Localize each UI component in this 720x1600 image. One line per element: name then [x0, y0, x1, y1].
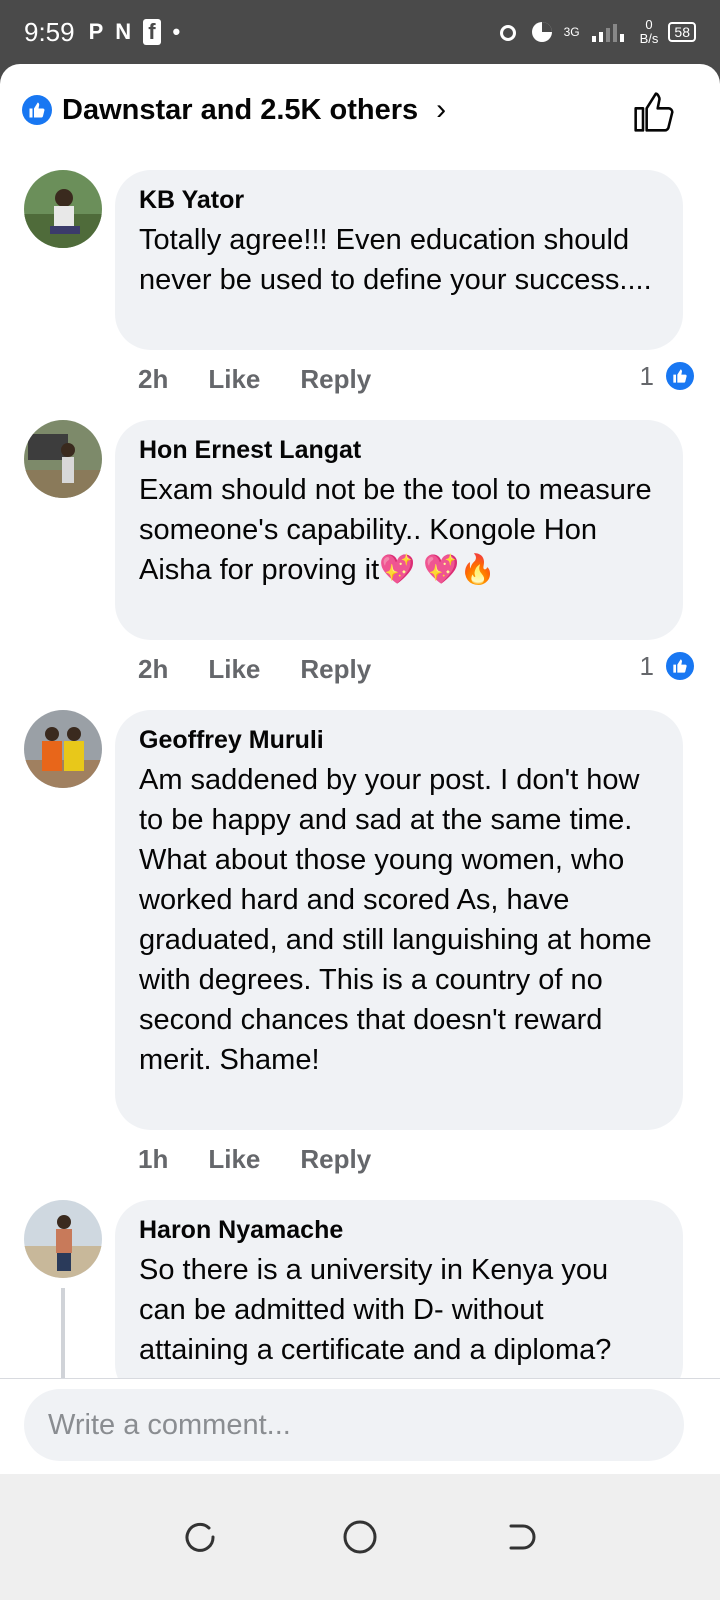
comment-author[interactable]: Hon Ernest Langat: [139, 434, 661, 466]
comment-author[interactable]: Geoffrey Muruli: [139, 724, 661, 756]
system-nav-bar: [0, 1474, 720, 1600]
comment-time[interactable]: 2h: [138, 364, 168, 395]
comment-input[interactable]: [24, 1389, 684, 1461]
like-button[interactable]: Like: [208, 654, 260, 685]
reactions-text: Dawnstar and 2.5K others: [62, 93, 419, 126]
thumbs-up-outline-icon[interactable]: [632, 90, 676, 134]
battery-indicator: 58: [668, 22, 696, 42]
status-bar: 9:59 P N f • 3G 0 B/s 58: [0, 0, 720, 64]
back-icon[interactable]: [490, 1507, 550, 1567]
reply-button[interactable]: Reply: [300, 364, 371, 395]
comment-text: Totally agree!!! Even education should n…: [139, 224, 652, 296]
data-saver-icon: [531, 22, 552, 42]
comment-bubble[interactable]: KB Yator Totally agree!!! Even education…: [115, 170, 683, 350]
comment-author[interactable]: KB Yator: [139, 184, 661, 216]
reply-button[interactable]: Reply: [300, 1144, 371, 1175]
speed-unit: B/s: [639, 31, 659, 46]
notification-icon-p: P: [88, 19, 104, 44]
recents-icon[interactable]: [170, 1507, 230, 1567]
comment-actions: 2h Like Reply: [138, 364, 371, 395]
comment-bubble[interactable]: Haron Nyamache So there is a university …: [115, 1200, 683, 1400]
notification-icon-n: N: [115, 19, 132, 44]
comment-bubble[interactable]: Geoffrey Muruli Am saddened by your post…: [115, 710, 683, 1130]
thread-line: [61, 1288, 65, 1388]
reaction-count[interactable]: 1: [640, 360, 696, 392]
comment-bubble[interactable]: Hon Ernest Langat Exam should not be the…: [115, 420, 683, 640]
comment-composer: [0, 1378, 720, 1474]
status-time: 9:59: [24, 16, 75, 47]
reaction-count[interactable]: 1: [640, 650, 696, 682]
reaction-count-value: 1: [639, 360, 654, 391]
comment-actions: 1h Like Reply: [138, 1144, 371, 1175]
avatar[interactable]: [24, 1200, 102, 1278]
comment-text: Am saddened by your post. I don't how to…: [139, 764, 652, 1076]
avatar[interactable]: [24, 710, 102, 788]
like-icon: [664, 360, 696, 392]
network-type: 3G: [563, 25, 580, 39]
alarm-icon: [499, 25, 516, 41]
chevron-right-icon: ›: [436, 93, 447, 126]
notification-icons: P N f •: [88, 19, 181, 45]
like-icon: [664, 650, 696, 682]
reply-button[interactable]: Reply: [300, 654, 371, 685]
comment-actions: 2h Like Reply: [138, 654, 371, 685]
comment-time[interactable]: 2h: [138, 654, 168, 685]
like-button[interactable]: Like: [208, 364, 260, 395]
like-button[interactable]: Like: [208, 1144, 260, 1175]
dot-icon: •: [172, 19, 181, 44]
home-icon[interactable]: [330, 1507, 390, 1567]
avatar[interactable]: [24, 420, 102, 498]
reactions-summary[interactable]: Dawnstar and 2.5K others ›: [22, 90, 702, 132]
comment-author[interactable]: Haron Nyamache: [139, 1214, 661, 1246]
avatar[interactable]: [24, 170, 102, 248]
comments-sheet: Dawnstar and 2.5K others › KB Yator Tota…: [0, 64, 720, 1504]
speed-indicator: 0 B/s: [640, 18, 659, 46]
comment-text: So there is a university in Kenya you ca…: [139, 1254, 612, 1366]
comment-text: Exam should not be the tool to measure s…: [139, 474, 652, 586]
facebook-icon: f: [143, 19, 161, 45]
comment-time[interactable]: 1h: [138, 1144, 168, 1175]
signal-icon: [591, 24, 624, 42]
status-right: 3G 0 B/s 58: [496, 18, 696, 46]
speed-value: 0: [645, 17, 653, 32]
like-icon: [22, 95, 52, 125]
reaction-count-value: 1: [639, 650, 654, 681]
